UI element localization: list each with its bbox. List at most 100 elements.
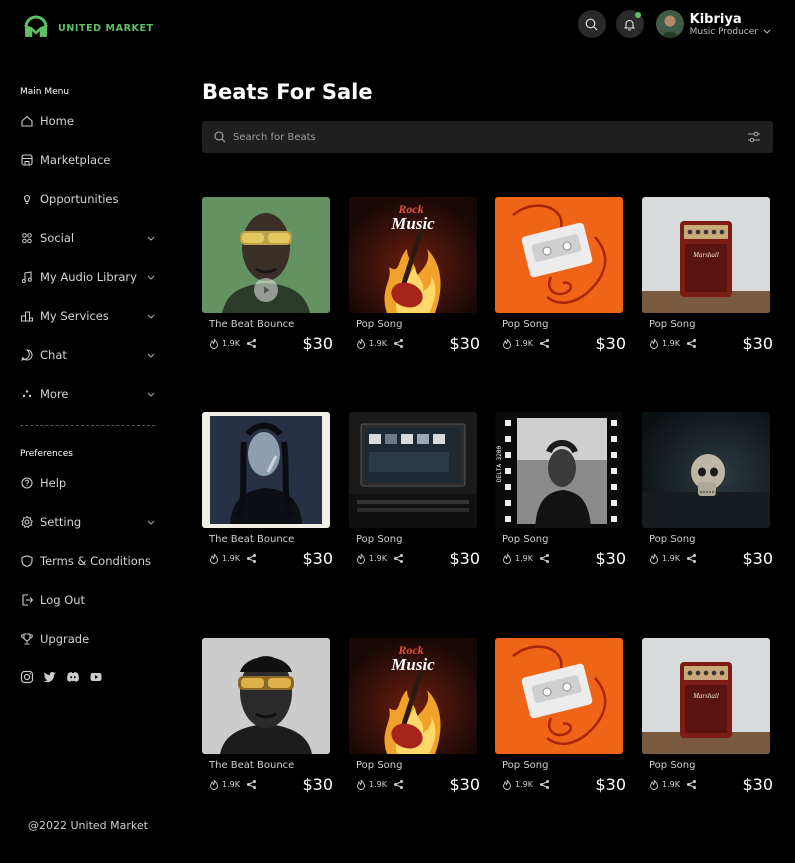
share-icon[interactable] bbox=[539, 779, 550, 790]
beat-card[interactable]: Pop Song 1.9K $30 bbox=[349, 412, 480, 568]
beat-title[interactable]: The Beat Bounce bbox=[202, 319, 330, 330]
share-icon[interactable] bbox=[539, 338, 550, 349]
share-icon[interactable] bbox=[246, 779, 257, 790]
like-count: 1.9K bbox=[515, 780, 533, 789]
youtube-icon bbox=[90, 673, 102, 681]
share-icon[interactable] bbox=[393, 779, 404, 790]
fire-icon bbox=[650, 553, 658, 564]
beat-cover[interactable] bbox=[495, 638, 623, 754]
beat-cover[interactable]: Rock Music bbox=[349, 197, 477, 313]
logout-icon-wrap bbox=[20, 593, 34, 607]
share-icon[interactable] bbox=[686, 553, 697, 564]
beat-card[interactable]: Pop Song 1.9K $30 bbox=[495, 638, 626, 794]
sidebar-item-more[interactable]: More bbox=[20, 384, 155, 404]
search-button[interactable] bbox=[577, 10, 606, 38]
share-icon[interactable] bbox=[393, 338, 404, 349]
beat-cover[interactable] bbox=[349, 412, 477, 528]
beat-cover[interactable] bbox=[642, 412, 770, 528]
beat-card[interactable]: Pop Song 1.9K $30 bbox=[495, 197, 626, 353]
beat-cover[interactable] bbox=[202, 412, 330, 528]
like-count: 1.9K bbox=[662, 554, 680, 563]
beat-title[interactable]: Pop Song bbox=[349, 534, 477, 545]
share-icon[interactable] bbox=[246, 553, 257, 564]
beat-title[interactable]: Pop Song bbox=[642, 760, 770, 771]
beat-price: $30 bbox=[742, 549, 773, 568]
help-icon-wrap bbox=[20, 476, 34, 490]
beat-title[interactable]: Pop Song bbox=[495, 760, 623, 771]
instagram-link[interactable] bbox=[20, 670, 34, 684]
beat-card[interactable]: Pop Song 1.9K $30 bbox=[642, 412, 773, 568]
share-icon[interactable] bbox=[686, 338, 697, 349]
youtube-link[interactable] bbox=[89, 670, 103, 684]
discord-icon bbox=[67, 672, 79, 682]
beat-cover[interactable]: Marshall bbox=[642, 197, 770, 313]
chevron-down-icon bbox=[147, 353, 155, 358]
search-input[interactable] bbox=[233, 131, 747, 143]
cover-art: RockMusic bbox=[349, 638, 477, 754]
share-icon[interactable] bbox=[539, 553, 550, 564]
sidebar-item-upgrade[interactable]: Upgrade bbox=[20, 629, 155, 649]
share-icon[interactable] bbox=[246, 338, 257, 349]
discord-link[interactable] bbox=[66, 670, 80, 684]
sidebar-item-opportunities[interactable]: Opportunities bbox=[20, 189, 155, 209]
sidebar-item-terms-conditions[interactable]: Terms & Conditions bbox=[20, 551, 155, 571]
sidebar-item-setting[interactable]: Setting bbox=[20, 512, 155, 532]
beat-card[interactable]: Marshall Pop Song 1.9K $30 bbox=[642, 638, 773, 794]
bell-icon bbox=[623, 19, 636, 31]
beat-card[interactable]: Rock Music Pop Song 1.9K $30 bbox=[349, 638, 480, 794]
sidebar-item-social[interactable]: Social bbox=[20, 228, 155, 248]
notifications-button[interactable] bbox=[615, 10, 644, 38]
fire-icon bbox=[210, 338, 218, 349]
beat-title[interactable]: Pop Song bbox=[349, 760, 477, 771]
beat-card[interactable]: Marshall Pop Song 1.9K $30 bbox=[642, 197, 773, 353]
avatar[interactable] bbox=[655, 10, 684, 38]
beat-title[interactable]: Pop Song bbox=[495, 534, 623, 545]
sidebar-item-chat[interactable]: Chat bbox=[20, 345, 155, 365]
sidebar-divider bbox=[20, 425, 155, 426]
filter-icon[interactable] bbox=[747, 131, 761, 143]
beat-card[interactable]: DELTA 3200 Pop Song 1.9K $30 bbox=[495, 412, 626, 568]
like-count: 1.9K bbox=[369, 780, 387, 789]
beat-title[interactable]: Pop Song bbox=[349, 319, 477, 330]
beat-cover[interactable]: DELTA 3200 bbox=[495, 412, 623, 528]
beat-cover[interactable] bbox=[495, 197, 623, 313]
beat-title[interactable]: The Beat Bounce bbox=[202, 534, 330, 545]
svg-text:Music: Music bbox=[390, 214, 435, 233]
twitter-link[interactable] bbox=[43, 670, 57, 684]
sidebar-item-home[interactable]: Home bbox=[20, 111, 155, 131]
beat-card[interactable]: Rock Music Pop Song 1.9K $30 bbox=[349, 197, 480, 353]
beat-title[interactable]: Pop Song bbox=[642, 319, 770, 330]
beat-cover[interactable]: Rock Music bbox=[349, 638, 477, 754]
beat-cover[interactable] bbox=[202, 197, 330, 313]
beat-cover[interactable] bbox=[202, 638, 330, 754]
lightbulb-icon bbox=[23, 194, 31, 204]
play-button[interactable] bbox=[254, 278, 278, 302]
sidebar-item-label: My Audio Library bbox=[40, 270, 137, 284]
sidebar-item-log-out[interactable]: Log Out bbox=[20, 590, 155, 610]
sidebar-item-label: Setting bbox=[40, 515, 82, 529]
user-menu[interactable]: Kibriya Music Producer bbox=[690, 12, 771, 37]
sidebar-item-help[interactable]: Help bbox=[20, 473, 155, 493]
fire-icon bbox=[650, 779, 658, 790]
beat-title[interactable]: Pop Song bbox=[495, 319, 623, 330]
cover-art: RockMusic bbox=[349, 197, 477, 313]
sidebar-item-label: Chat bbox=[40, 348, 67, 362]
beat-title[interactable]: The Beat Bounce bbox=[202, 760, 330, 771]
share-icon[interactable] bbox=[686, 779, 697, 790]
beat-card[interactable]: The Beat Bounce 1.9K $30 bbox=[202, 412, 333, 568]
home-icon bbox=[21, 115, 33, 127]
share-icon[interactable] bbox=[393, 553, 404, 564]
beat-title[interactable]: Pop Song bbox=[642, 534, 770, 545]
beat-cover[interactable]: Marshall bbox=[642, 638, 770, 754]
sidebar-item-label: Terms & Conditions bbox=[40, 554, 152, 568]
beat-price: $30 bbox=[595, 549, 626, 568]
sidebar-item-marketplace[interactable]: Marketplace bbox=[20, 150, 155, 170]
gear-icon bbox=[20, 515, 34, 529]
sidebar-item-my-services[interactable]: My Services bbox=[20, 306, 155, 326]
sidebar-item-my-audio-library[interactable]: My Audio Library bbox=[20, 267, 155, 287]
like-count: 1.9K bbox=[369, 339, 387, 348]
home-icon-wrap bbox=[20, 114, 34, 128]
cover-art bbox=[202, 412, 330, 528]
beat-card[interactable]: The Beat Bounce 1.9K $30 bbox=[202, 638, 333, 794]
beat-card[interactable]: The Beat Bounce 1.9K $30 bbox=[202, 197, 333, 353]
